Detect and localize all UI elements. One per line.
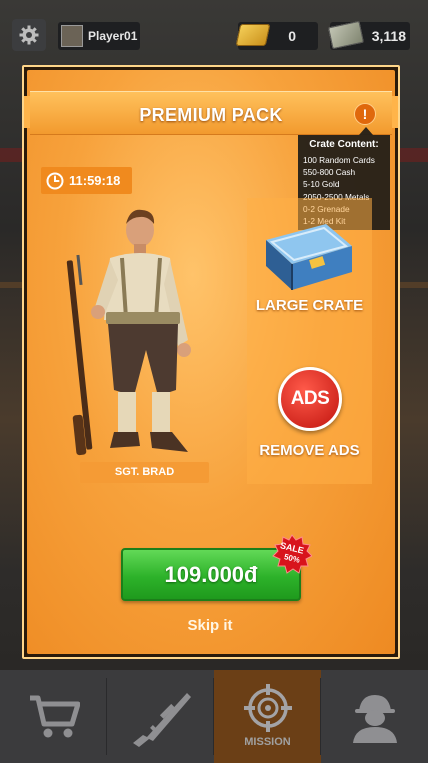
ads-icon-text: ADS xyxy=(290,388,330,409)
exclamation-icon: ! xyxy=(362,106,368,122)
offer-timer: 11:59:18 xyxy=(41,167,132,194)
top-bar: Player01 0 3,118 xyxy=(0,0,428,66)
nav-item-soldier[interactable] xyxy=(321,670,428,763)
tooltip-line: 5-10 Gold xyxy=(303,179,340,190)
cash-counter[interactable]: 3,118 xyxy=(328,20,410,50)
cart-icon xyxy=(29,695,80,737)
gold-bar-icon xyxy=(235,24,271,46)
dialog-title-bar: PREMIUM PACK xyxy=(30,91,392,135)
gear-icon xyxy=(19,25,39,45)
tooltip-heading: Crate Content: xyxy=(309,139,379,150)
settings-button[interactable] xyxy=(12,19,46,51)
tooltip-line: 550-800 Cash xyxy=(303,167,356,178)
nav-label-mission: MISSION xyxy=(244,736,291,748)
remove-ads-label: REMOVE ADS xyxy=(259,442,360,459)
price-label: 109.000đ xyxy=(164,561,258,587)
nav-item-mission[interactable]: MISSION xyxy=(214,670,321,763)
nav-item-shop[interactable] xyxy=(0,670,107,763)
no-ads-icon: ADS xyxy=(278,367,342,431)
gold-counter[interactable]: 0 xyxy=(235,22,318,50)
soldier-icon xyxy=(352,694,397,743)
info-button[interactable]: ! xyxy=(354,103,376,125)
dialog-title: PREMIUM PACK xyxy=(139,105,283,125)
tooltip-arrow xyxy=(359,127,373,135)
character-name-label: SGT. BRAD xyxy=(80,462,209,483)
nav-item-weapons[interactable] xyxy=(107,670,214,763)
cash-stack-icon xyxy=(328,20,364,50)
cash-amount: 3,118 xyxy=(371,28,406,44)
crate-icon xyxy=(266,224,352,290)
gold-amount: 0 xyxy=(288,28,296,44)
rifle-icon xyxy=(132,692,191,747)
avatar xyxy=(61,25,83,47)
skip-link[interactable]: Skip it xyxy=(150,617,270,634)
tooltip-line: 100 Random Cards xyxy=(303,155,375,165)
clock-icon xyxy=(46,172,64,189)
player-name: Player01 xyxy=(88,29,138,43)
soldier-character-image xyxy=(66,209,191,456)
bottom-nav: MISSION xyxy=(0,670,428,763)
crate-label: LARGE CRATE xyxy=(255,297,364,314)
timer-value: 11:59:18 xyxy=(69,173,121,188)
player-profile[interactable]: Player01 xyxy=(58,22,140,50)
crosshair-icon xyxy=(243,683,292,732)
